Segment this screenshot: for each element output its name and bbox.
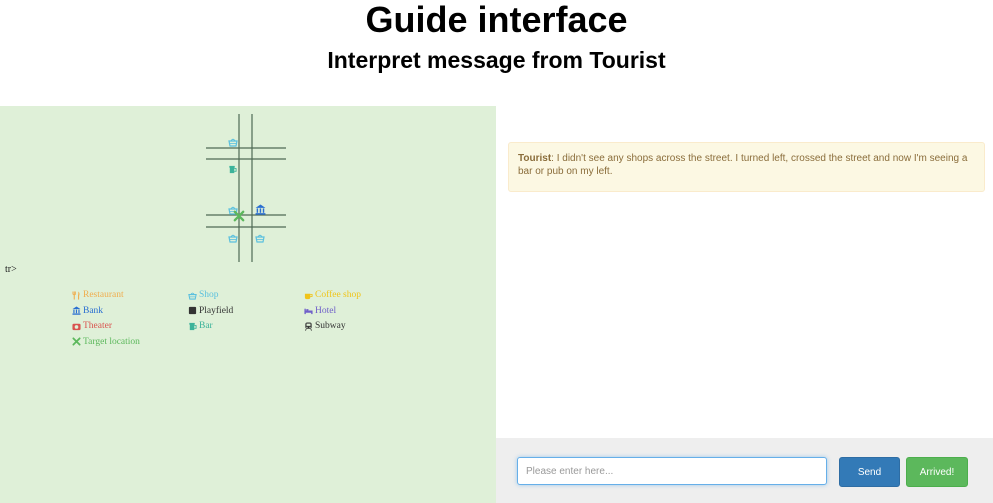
legend-label: Shop [199, 290, 219, 300]
stray-text: tr> [5, 264, 17, 275]
basket-marker-icon [255, 234, 265, 243]
coffee-icon [304, 293, 313, 299]
legend-item: Target location [72, 336, 188, 349]
input-bar: Send Arrived! [496, 438, 993, 503]
legend-item: Playfield [188, 305, 304, 318]
target-x-icon [72, 337, 81, 346]
message-input[interactable] [517, 457, 827, 485]
legend-item: Hotel [304, 305, 432, 318]
legend-label: Bank [83, 305, 104, 316]
street-map [206, 114, 286, 262]
bank-icon [72, 306, 81, 315]
bed-icon [304, 308, 313, 315]
legend-label: Target location [83, 336, 140, 347]
legend-label: Subway [315, 321, 346, 331]
send-button[interactable]: Send [839, 457, 900, 487]
legend-label: Coffee shop [315, 290, 361, 300]
map-panel: tr> Restaurant Shop Coffee shop Bank Playfie… [0, 106, 496, 503]
arrived-button[interactable]: Arrived! [906, 457, 968, 487]
legend-label: Restaurant [83, 290, 124, 300]
message-sender: Tourist [518, 153, 552, 164]
basket-marker-icon [228, 138, 238, 147]
page-title: Guide interface [365, 0, 628, 40]
chat-area: Tourist: I didn't see any shops across t… [496, 106, 993, 438]
legend-label: Bar [199, 321, 213, 331]
square-icon [188, 307, 197, 315]
legend-item: Bank [72, 305, 188, 318]
basket-icon [188, 292, 197, 300]
legend-item: Coffee shop [304, 289, 432, 302]
cutlery-icon [72, 291, 80, 300]
tourist-message: Tourist: I didn't see any shops across t… [508, 142, 985, 192]
legend-item: Bar [188, 320, 304, 333]
legend-item: Subway [304, 320, 432, 333]
page-subtitle: Interpret message from Tourist [327, 47, 666, 73]
train-icon [304, 322, 313, 331]
legend-item: Theater [72, 320, 188, 333]
beer-icon [189, 322, 197, 330]
legend-label: Theater [83, 321, 113, 331]
map-legend: Restaurant Shop Coffee shop Bank Playfield Ho… [72, 289, 432, 348]
basket-marker-icon [228, 234, 238, 243]
camera-icon [72, 323, 81, 330]
legend-label: Playfield [199, 305, 234, 316]
legend-label: Hotel [315, 305, 337, 316]
message-text: : I didn't see any shops across the stre… [518, 153, 968, 177]
legend-item: Restaurant [72, 289, 188, 302]
legend-item: Shop [188, 289, 304, 302]
beer-marker-icon [229, 165, 237, 174]
bank-marker-icon [255, 204, 266, 215]
